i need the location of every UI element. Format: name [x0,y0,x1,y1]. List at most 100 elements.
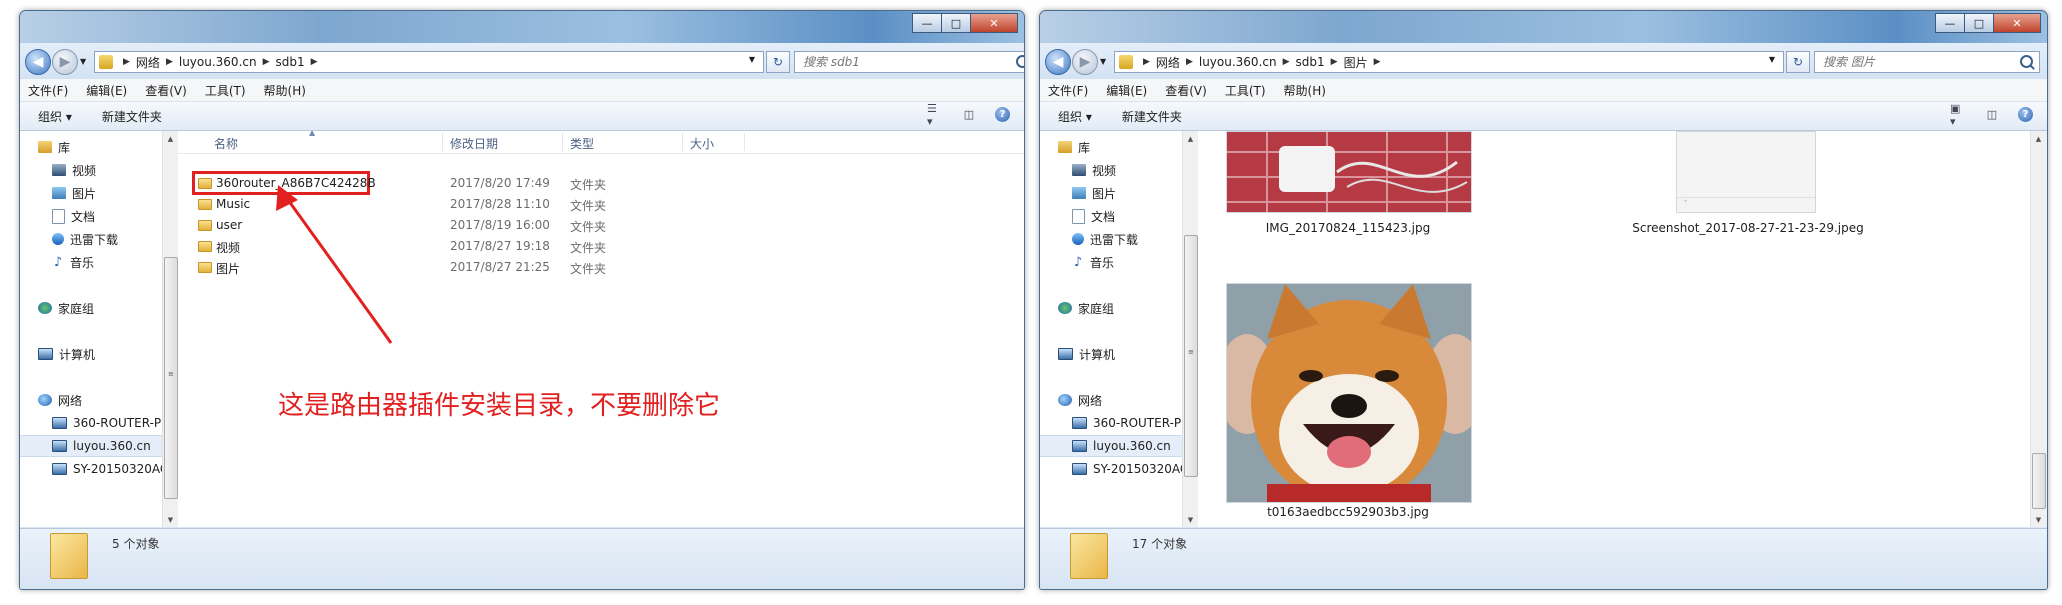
close-button[interactable]: ✕ [970,13,1018,33]
refresh-button[interactable]: ↻ [1786,51,1810,73]
new-folder-button[interactable]: 新建文件夹 [102,108,162,125]
preview-pane-icon[interactable]: ◫ [1984,108,2000,122]
nav-item-router[interactable]: 360-ROUTER-P [1072,413,1181,433]
nav-item-router[interactable]: 360-ROUTER-P [52,413,161,433]
navpane-scrollbar[interactable]: ▲ ≡ ▼ [1182,131,1198,527]
breadcrumb-item[interactable]: 网络 [1156,54,1180,71]
nav-item-homegroup[interactable]: 家庭组 [38,298,94,318]
nav-item-luyou[interactable]: luyou.360.cn [20,435,162,457]
refresh-button[interactable]: ↻ [766,51,790,73]
view-options-icon[interactable]: ☰ ▾ [927,102,943,128]
search-input[interactable] [801,54,1005,70]
menu-view[interactable]: 查看(V) [145,82,187,99]
nav-item-videos[interactable]: 视频 [1072,160,1116,180]
thumbnail-image[interactable] [1226,131,1472,213]
organize-button[interactable]: 组织 ▾ [1058,108,1092,125]
menu-tools[interactable]: 工具(T) [1225,82,1266,99]
address-dropdown[interactable]: ▼ [749,55,755,64]
close-button[interactable]: ✕ [1993,13,2041,33]
breadcrumb-item[interactable]: 图片 [1344,54,1368,71]
menu-edit[interactable]: 编辑(E) [86,82,127,99]
documents-icon [1072,208,1085,224]
navpane-scrollbar[interactable]: ▲ ≡ ▼ [162,131,178,527]
menu-tools[interactable]: 工具(T) [205,82,246,99]
title-bar[interactable]: — □ ✕ [20,11,1024,43]
content-scrollbar[interactable]: ▲ ▼ [2030,131,2047,527]
maximize-button[interactable]: □ [1964,13,1994,33]
recent-pages-dropdown[interactable]: ▼ [80,57,86,66]
address-bar[interactable]: ▶ 网络 ▶ luyou.360.cn ▶ sdb1 ▶ ▼ [94,51,764,73]
file-list: ▲ 名称 修改日期 类型 大小 360router_A86B7C42428B 2… [178,131,1024,527]
scroll-up-icon[interactable]: ▲ [163,131,178,146]
scroll-down-icon[interactable]: ▼ [2031,512,2046,527]
menu-edit[interactable]: 编辑(E) [1106,82,1147,99]
preview-pane-icon[interactable]: ◫ [961,108,977,122]
menu-file[interactable]: 文件(F) [1048,82,1088,99]
menu-help[interactable]: 帮助(H) [1284,82,1326,99]
nav-item-library[interactable]: 库 [38,137,70,157]
scrollbar-thumb[interactable]: ≡ [164,257,178,499]
minimize-button[interactable]: — [1935,13,1965,33]
item-count: 17 个对象 [1132,537,1188,551]
breadcrumb-item[interactable]: sdb1 [276,55,305,69]
search-icon[interactable] [2020,55,2033,68]
nav-item-documents[interactable]: 文档 [52,206,95,226]
nav-item-music[interactable]: ♪ 音乐 [1072,252,1114,272]
nav-item-homegroup[interactable]: 家庭组 [1058,298,1114,318]
search-input[interactable] [1821,54,2025,70]
nav-item-computer[interactable]: 计算机 [1058,344,1115,364]
nav-item-documents[interactable]: 文档 [1072,206,1115,226]
search-box[interactable] [1814,51,2040,73]
minimize-button[interactable]: — [912,13,942,33]
search-box[interactable] [794,51,1024,73]
breadcrumb-item[interactable]: 网络 [136,54,160,71]
nav-item-pictures[interactable]: 图片 [1072,183,1116,203]
scrollbar-thumb[interactable] [2032,453,2046,509]
nav-item-pictures[interactable]: 图片 [52,183,96,203]
recent-pages-dropdown[interactable]: ▼ [1100,57,1106,66]
scroll-down-icon[interactable]: ▼ [163,512,178,527]
nav-item-network[interactable]: 网络 [1058,390,1102,410]
menu-view[interactable]: 查看(V) [1165,82,1207,99]
help-icon[interactable]: ? [995,107,1010,122]
pictures-icon [52,187,66,199]
menu-file[interactable]: 文件(F) [28,82,68,99]
breadcrumb-item[interactable]: luyou.360.cn [179,55,257,69]
breadcrumb-item[interactable]: luyou.360.cn [1199,55,1277,69]
title-bar[interactable]: — □ ✕ [1040,11,2047,43]
address-dropdown[interactable]: ▼ [1769,55,1775,64]
view-options-icon[interactable]: ▣ ▾ [1950,102,1966,128]
status-bar: 17 个对象 [1040,528,2047,589]
pictures-icon [1072,187,1086,199]
nav-item-music[interactable]: ♪ 音乐 [52,252,94,272]
scroll-up-icon[interactable]: ▲ [1183,131,1198,146]
thumbnail-image[interactable] [1226,283,1472,503]
back-button[interactable]: ◀ [1045,49,1071,75]
breadcrumb-item[interactable]: sdb1 [1296,55,1325,69]
nav-item-network[interactable]: 网络 [38,390,82,410]
address-bar[interactable]: ▶ 网络 ▶ luyou.360.cn ▶ sdb1 ▶ 图片 ▶ ▼ [1114,51,1784,73]
nav-item-videos[interactable]: 视频 [52,160,96,180]
forward-button[interactable]: ▶ [1072,49,1098,75]
new-folder-button[interactable]: 新建文件夹 [1122,108,1182,125]
scroll-down-icon[interactable]: ▼ [1183,512,1198,527]
forward-button[interactable]: ▶ [52,49,78,75]
nav-item-sy-pc[interactable]: SY-20150320AC [52,459,162,479]
nav-item-sy-pc[interactable]: SY-20150320AC [1072,459,1182,479]
nav-item-library[interactable]: 库 [1058,137,1090,157]
organize-button[interactable]: 组织 ▾ [38,108,72,125]
search-icon[interactable] [1016,55,1024,68]
nav-item-computer[interactable]: 计算机 [38,344,95,364]
help-icon[interactable]: ? [2018,107,2033,122]
menu-help[interactable]: 帮助(H) [264,82,306,99]
back-button[interactable]: ◀ [25,49,51,75]
explorer-body: 库 视频 图片 文档 迅雷下载 ♪ 音乐 家庭组 计算机 网络 360-ROUTE… [1040,131,2047,527]
nav-item-luyou[interactable]: luyou.360.cn [1040,435,1182,457]
thumbnail-image[interactable]: + [1676,131,1816,213]
nav-item-downloads[interactable]: 迅雷下载 [52,229,118,249]
scroll-up-icon[interactable]: ▲ [2031,131,2046,146]
maximize-button[interactable]: □ [941,13,971,33]
scrollbar-thumb[interactable]: ≡ [1184,235,1198,477]
command-bar: 组织 ▾ 新建文件夹 ☰ ▾ ◫ ? [20,102,1024,131]
nav-item-downloads[interactable]: 迅雷下载 [1072,229,1138,249]
